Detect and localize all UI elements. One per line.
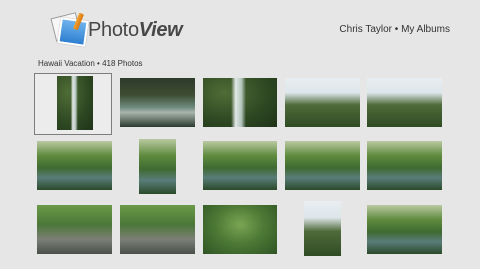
photo-thumbnail[interactable] — [203, 205, 277, 254]
photo-thumbnail[interactable] — [120, 78, 195, 127]
photo-thumbnail[interactable] — [367, 205, 442, 254]
photo-thumbnail[interactable] — [203, 78, 277, 127]
photo-thumbnail[interactable] — [367, 78, 442, 127]
photo-thumbnail[interactable] — [120, 205, 195, 254]
photo-thumbnail[interactable] — [37, 141, 112, 190]
photo-thumbnail[interactable] — [285, 141, 360, 190]
photo-thumbnail[interactable] — [304, 201, 341, 256]
photo-thumbnail[interactable] — [139, 139, 176, 194]
photo-grid — [0, 0, 480, 269]
photo-thumbnail[interactable] — [285, 78, 360, 127]
photo-thumbnail[interactable] — [203, 141, 277, 190]
photo-thumbnail[interactable] — [367, 141, 442, 190]
photo-thumbnail[interactable] — [37, 205, 112, 254]
photo-thumbnail[interactable] — [57, 76, 93, 130]
